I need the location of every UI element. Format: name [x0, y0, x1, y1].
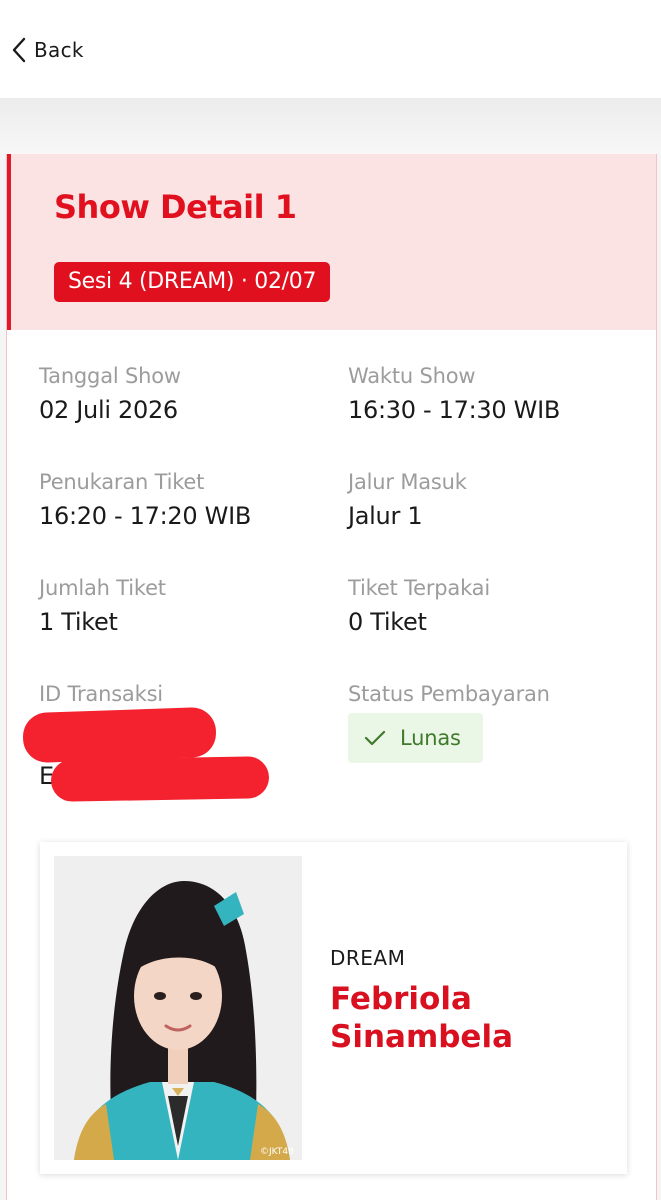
field-value: 16:30 - 17:30 WIB: [348, 396, 561, 424]
field-value: 16:20 - 17:20 WIB: [39, 502, 252, 530]
field-label: Jumlah Tiket: [39, 576, 166, 600]
field-label: Tiket Terpakai: [348, 576, 490, 600]
back-button[interactable]: Back: [10, 34, 84, 66]
member-name: Febriola Sinambela: [330, 981, 514, 1055]
field-label: Jalur Masuk: [348, 470, 467, 494]
show-title: Show Detail 1: [54, 188, 297, 226]
field-penukaran-tiket: Penukaran Tiket 16:20 - 17:20 WIB: [39, 470, 329, 530]
field-value: Jalur 1: [348, 502, 423, 530]
field-tanggal-show: Tanggal Show 02 Juli 2026: [39, 364, 329, 424]
field-value: 1 Tiket: [39, 608, 118, 636]
field-value: 0 Tiket: [348, 608, 427, 636]
show-detail-header: Show Detail 1 Sesi 4 (DREAM) · 02/07: [7, 154, 656, 330]
session-badge: Sesi 4 (DREAM) · 02/07: [54, 262, 331, 302]
field-id-transaksi: ID Transaksi: [39, 682, 329, 706]
top-bar: Back: [0, 0, 661, 98]
field-status-pembayaran: Status Pembayaran: [348, 682, 638, 706]
field-jumlah-tiket: Jumlah Tiket 1 Tiket: [39, 576, 329, 636]
field-value: 02 Juli 2026: [39, 396, 178, 424]
back-label: Back: [34, 38, 84, 62]
header-shadow: [0, 98, 661, 154]
check-icon: [364, 730, 386, 746]
photo-watermark: ©JKT48: [260, 1147, 294, 1157]
field-jalur-masuk: Jalur Masuk Jalur 1: [348, 470, 638, 530]
member-card[interactable]: ©JKT48 DREAM Febriola Sinambela: [40, 842, 627, 1174]
redaction-mark: [50, 756, 270, 802]
field-label: Penukaran Tiket: [39, 470, 205, 494]
payment-status-label: Lunas: [400, 726, 461, 750]
field-label: Tanggal Show: [39, 364, 181, 388]
member-photo: ©JKT48: [54, 856, 302, 1160]
payment-status-badge: Lunas: [348, 713, 483, 763]
field-label: ID Transaksi: [39, 682, 163, 706]
field-tiket-terpakai: Tiket Terpakai 0 Tiket: [348, 576, 638, 636]
field-label: Waktu Show: [348, 364, 476, 388]
member-team: DREAM: [330, 946, 406, 970]
chevron-left-icon: [12, 37, 26, 63]
field-waktu-show: Waktu Show 16:30 - 17:30 WIB: [348, 364, 638, 424]
redaction-mark: [22, 706, 217, 764]
field-label: Status Pembayaran: [348, 682, 550, 706]
show-detail-card: Show Detail 1 Sesi 4 (DREAM) · 02/07 Tan…: [6, 154, 657, 1200]
